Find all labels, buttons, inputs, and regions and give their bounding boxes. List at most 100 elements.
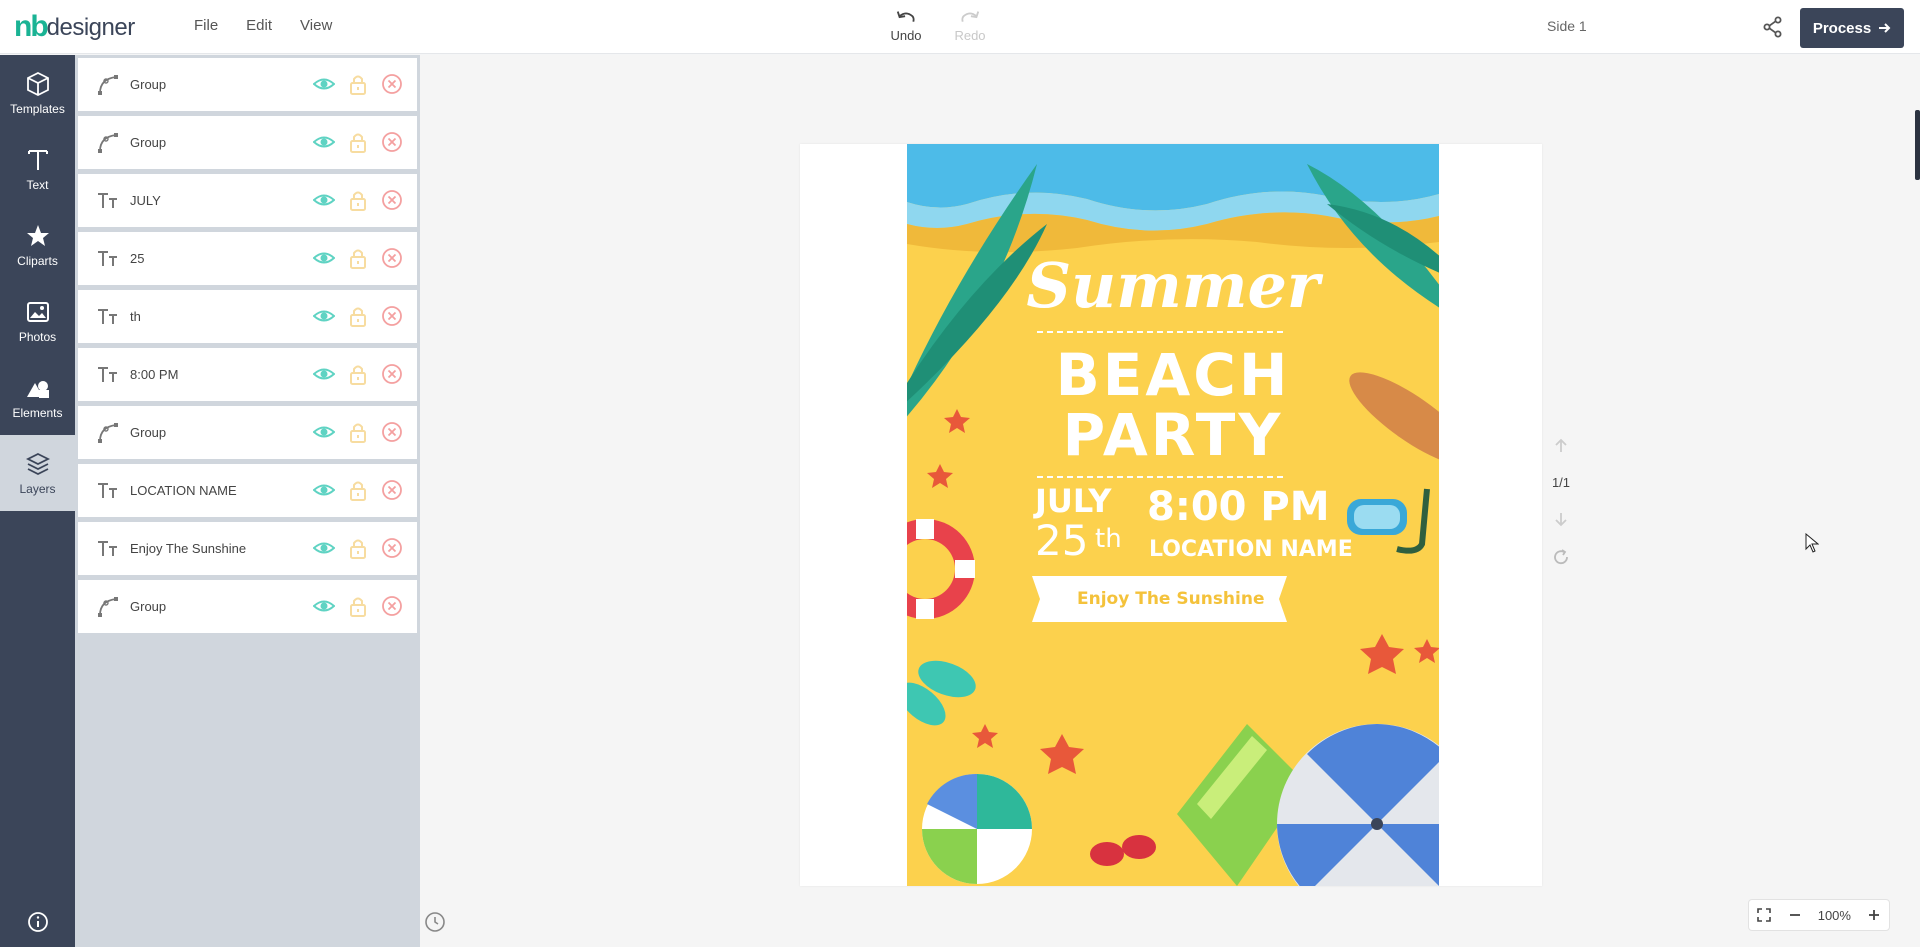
close-circle-icon[interactable] [381,131,403,153]
eye-icon[interactable] [313,247,335,269]
text-icon [27,149,48,170]
lock-icon[interactable] [347,247,369,269]
poster-day-suffix[interactable]: th [1095,524,1122,554]
eye-icon[interactable] [313,595,335,617]
close-circle-icon[interactable] [381,247,403,269]
layer-type-icon [94,187,122,215]
eye-icon[interactable] [313,131,335,153]
arrow-up-icon[interactable] [1552,437,1570,455]
lock-icon[interactable] [347,363,369,385]
bezier-curve-icon [98,74,118,95]
nav-layers-label: Layers [19,481,56,496]
layer-actions [313,131,403,153]
poster-line-beach[interactable]: BEACH [907,344,1439,406]
left-sidebar: Templates Text Cliparts Photos Elements … [0,55,75,947]
close-circle-icon[interactable] [381,189,403,211]
zoom-out-icon[interactable] [1787,907,1803,923]
eye-icon[interactable] [313,479,335,501]
vertical-scrollbar[interactable] [1915,110,1920,180]
fullscreen-icon[interactable] [1756,907,1772,923]
lock-icon[interactable] [347,421,369,443]
layer-item[interactable]: 8:00 PM [78,348,417,401]
layer-item[interactable]: Group [78,580,417,633]
layer-name: 8:00 PM [130,367,179,382]
refresh-icon[interactable] [1552,548,1570,566]
close-circle-icon[interactable] [381,363,403,385]
layer-item[interactable]: 25 [78,232,417,285]
arrow-right-icon [1879,23,1891,33]
nav-templates[interactable]: Templates [0,55,75,131]
text-type-icon [98,192,117,208]
close-circle-icon[interactable] [381,595,403,617]
nav-elements[interactable]: Elements [0,359,75,435]
layer-name: Enjoy The Sunshine [130,541,247,556]
zoom-in-icon[interactable] [1866,907,1882,923]
layer-item[interactable]: Group [78,116,417,169]
layer-actions [313,363,403,385]
info-icon[interactable] [27,911,49,933]
nav-photos[interactable]: Photos [0,283,75,359]
nav-cliparts[interactable]: Cliparts [0,207,75,283]
close-circle-icon[interactable] [381,537,403,559]
layer-name: 25 [130,251,145,266]
poster-day[interactable]: 25 [1035,516,1088,565]
poster-title[interactable]: Summer [907,249,1439,322]
layer-type-icon [94,71,122,99]
lock-icon[interactable] [347,595,369,617]
lock-icon[interactable] [347,73,369,95]
layer-type-icon [94,303,122,331]
layers-icon [25,452,50,475]
poster-month[interactable]: JULY [1035,482,1111,520]
star-icon [26,224,49,246]
layer-item[interactable]: JULY [78,174,417,227]
app-logo[interactable]: nb designer [14,12,135,42]
poster-tagline[interactable]: Enjoy The Sunshine [1077,589,1265,609]
process-button[interactable]: Process [1800,8,1904,48]
eye-icon[interactable] [313,305,335,327]
bezier-curve-icon [98,422,118,443]
lock-icon[interactable] [347,479,369,501]
nav-text-label: Text [26,177,49,192]
layer-item[interactable]: th [78,290,417,343]
close-circle-icon[interactable] [381,305,403,327]
layer-item[interactable]: LOCATION NAME [78,464,417,517]
layer-item[interactable]: Enjoy The Sunshine [78,522,417,575]
zoom-control: 100% [1748,899,1890,931]
clock-settings-icon[interactable] [424,911,446,933]
close-circle-icon[interactable] [381,73,403,95]
menu-file[interactable]: File [194,17,218,34]
layer-actions [313,421,403,443]
layer-type-icon [94,419,122,447]
eye-icon[interactable] [313,363,335,385]
undo-redo-group: Undo Redo [888,8,988,43]
redo-label: Redo [954,28,986,43]
undo-button[interactable]: Undo [888,8,924,43]
side-selector[interactable]: Side 1 [1547,18,1587,34]
lock-icon[interactable] [347,305,369,327]
text-type-icon [98,540,117,556]
share-icon[interactable] [1762,16,1784,38]
eye-icon[interactable] [313,73,335,95]
arrow-down-icon[interactable] [1552,510,1570,528]
lock-icon[interactable] [347,537,369,559]
nav-layers[interactable]: Layers [0,435,75,511]
eye-icon[interactable] [313,421,335,443]
eye-icon[interactable] [313,189,335,211]
lock-icon[interactable] [347,189,369,211]
menu-view[interactable]: View [300,17,332,34]
close-circle-icon[interactable] [381,421,403,443]
layer-item[interactable]: Group [78,58,417,111]
poster-line-party[interactable]: PARTY [907,404,1439,466]
nav-text[interactable]: Text [0,131,75,207]
menu-edit[interactable]: Edit [246,17,272,34]
page-indicator: 1/1 [1551,475,1571,490]
poster-location[interactable]: LOCATION NAME [1149,537,1353,562]
lock-icon[interactable] [347,131,369,153]
layers-panel: Group Group JULY 25 th 8:00 PM Group LOC… [75,55,420,947]
eye-icon[interactable] [313,537,335,559]
redo-button[interactable]: Redo [952,8,988,43]
close-circle-icon[interactable] [381,479,403,501]
poster-time[interactable]: 8:00 PM [1147,484,1330,530]
logo-nb: nb [14,10,49,43]
layer-item[interactable]: Group [78,406,417,459]
